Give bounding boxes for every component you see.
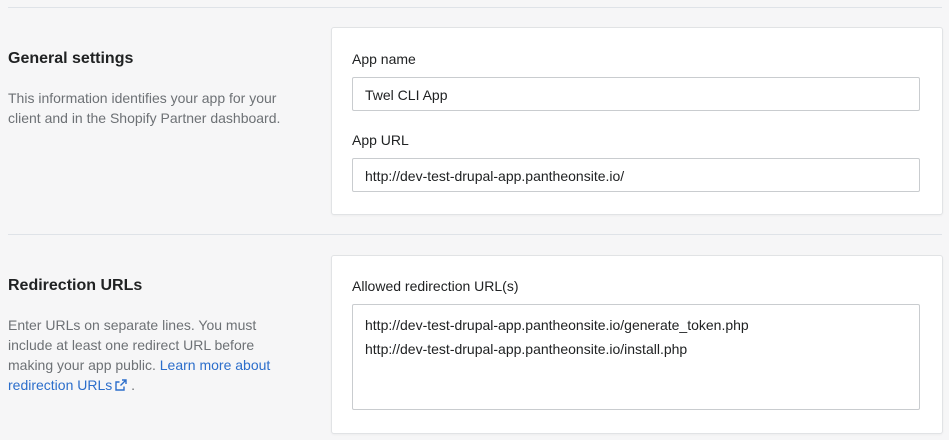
redirection-urls-title: Redirection URLs (8, 277, 143, 294)
redirection-urls-card: Allowed redirection URL(s) http://dev-te… (331, 255, 943, 434)
app-url-input[interactable]: http://dev-test-drupal-app.pantheonsite.… (352, 158, 920, 192)
general-settings-title: General settings (8, 50, 134, 67)
redirection-url-line: http://dev-test-drupal-app.pantheonsite.… (365, 317, 749, 333)
general-settings-description: This information identifies your app for… (8, 90, 281, 126)
redirection-urls-description: Enter URLs on separate lines. You must i… (8, 315, 298, 395)
app-url-label: App URL (352, 132, 409, 148)
external-link-icon (115, 379, 127, 391)
redirection-url-line: http://dev-test-drupal-app.pantheonsite.… (365, 341, 688, 357)
description-trailing-period: . (131, 377, 136, 393)
general-settings-card: App name Twel CLI App App URL http://dev… (331, 27, 943, 215)
section-divider (8, 234, 942, 235)
app-name-input[interactable]: Twel CLI App (352, 77, 920, 111)
top-divider (8, 7, 942, 8)
allowed-redirection-urls-label: Allowed redirection URL(s) (352, 278, 519, 294)
redirection-urls-textarea[interactable]: http://dev-test-drupal-app.pantheonsite.… (352, 304, 920, 410)
app-name-label: App name (352, 51, 416, 67)
